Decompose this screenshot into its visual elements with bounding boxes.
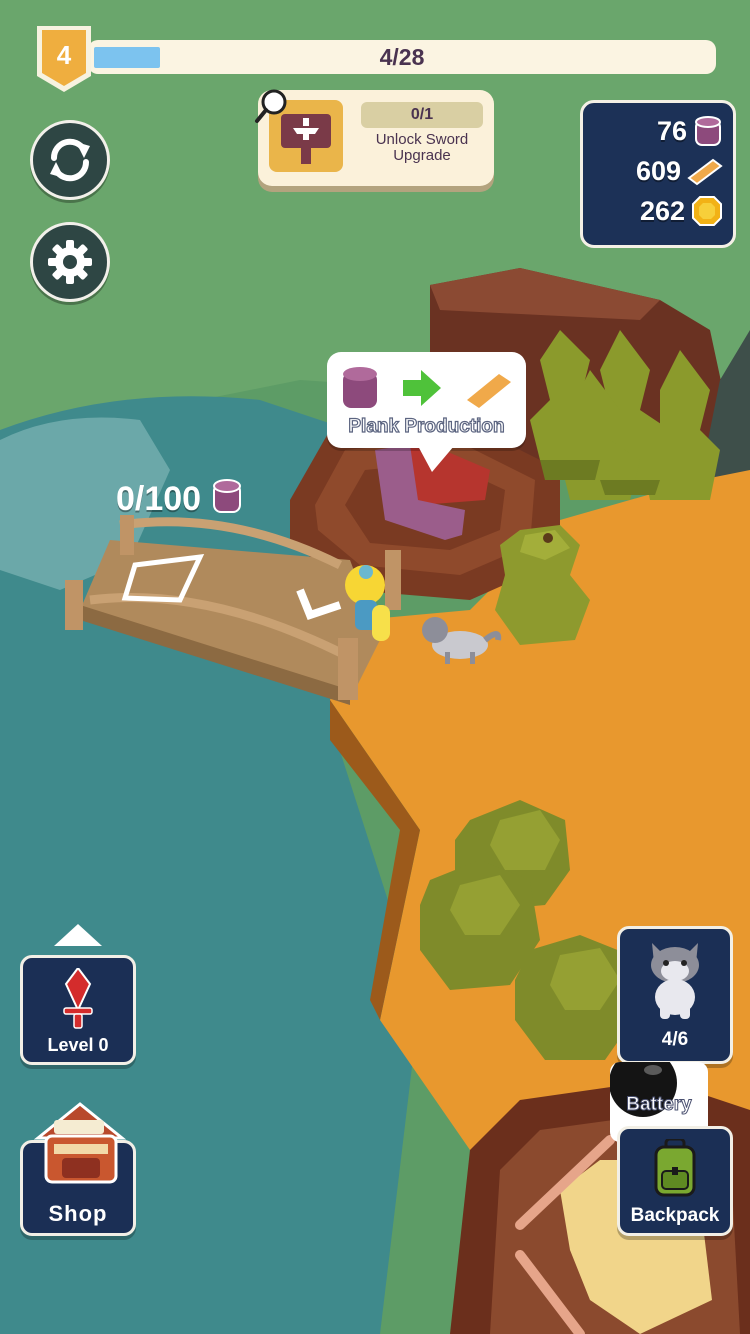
bridge-log-counter: 0/100 [116,478,243,519]
log-icon [695,116,721,146]
bridge-counter-text: 0/100 [116,480,202,518]
magnifier-icon [255,89,287,123]
plank-icon [687,158,723,186]
log-icon [343,367,377,408]
sword-icon [63,968,93,1029]
arrow-right-icon [403,370,441,406]
pet-button[interactable]: 4/6 [617,926,733,1064]
coin-count: 262 [639,195,685,226]
quest-title: Unlock Sword Upgrade [375,131,469,164]
level-number: 4 [56,40,72,70]
backpack-button[interactable]: Backpack [617,1126,733,1236]
backpack-icon [654,1139,696,1197]
level-progress-bar: 4/28 [88,40,716,74]
quest-card[interactable]: 0/1 Unlock Sword Upgrade [255,89,494,186]
refresh-button[interactable] [30,120,110,200]
backpack-label: Backpack [630,1205,720,1226]
resource-row-logs: 76 [657,113,723,149]
gear-icon [48,240,92,284]
plank-icon [467,374,511,408]
resource-row-planks: 609 [636,153,723,189]
resource-row-coins: 262 [640,193,723,229]
settings-button[interactable] [30,222,110,302]
level-badge: 4 [35,24,93,94]
quest-progress: 0/1 [361,102,483,128]
shop-building-icon [33,1102,127,1184]
chevron-up-icon[interactable] [54,924,102,946]
production-recipe [343,367,511,408]
refresh-icon [50,138,90,182]
plank-count: 609 [635,155,681,186]
pet-count: 4/6 [661,1029,689,1050]
plank-production-label: Plank Production [348,415,505,437]
dog-icon [651,943,699,1019]
log-icon [212,479,241,513]
coin-icon [692,196,722,226]
plank-production-bubble: Plank Production [327,352,526,448]
battery-label: Battery [626,1094,692,1116]
sword-upgrade-button[interactable]: Level 0 [20,955,136,1065]
sword-level-label: Level 0 [47,1035,109,1055]
level-progress-text: 4/28 [379,44,425,70]
log-count: 76 [656,115,687,146]
bubble-tail [418,446,454,472]
shop-label: Shop [48,1201,108,1226]
resources-panel: 76 609 262 [580,100,736,248]
